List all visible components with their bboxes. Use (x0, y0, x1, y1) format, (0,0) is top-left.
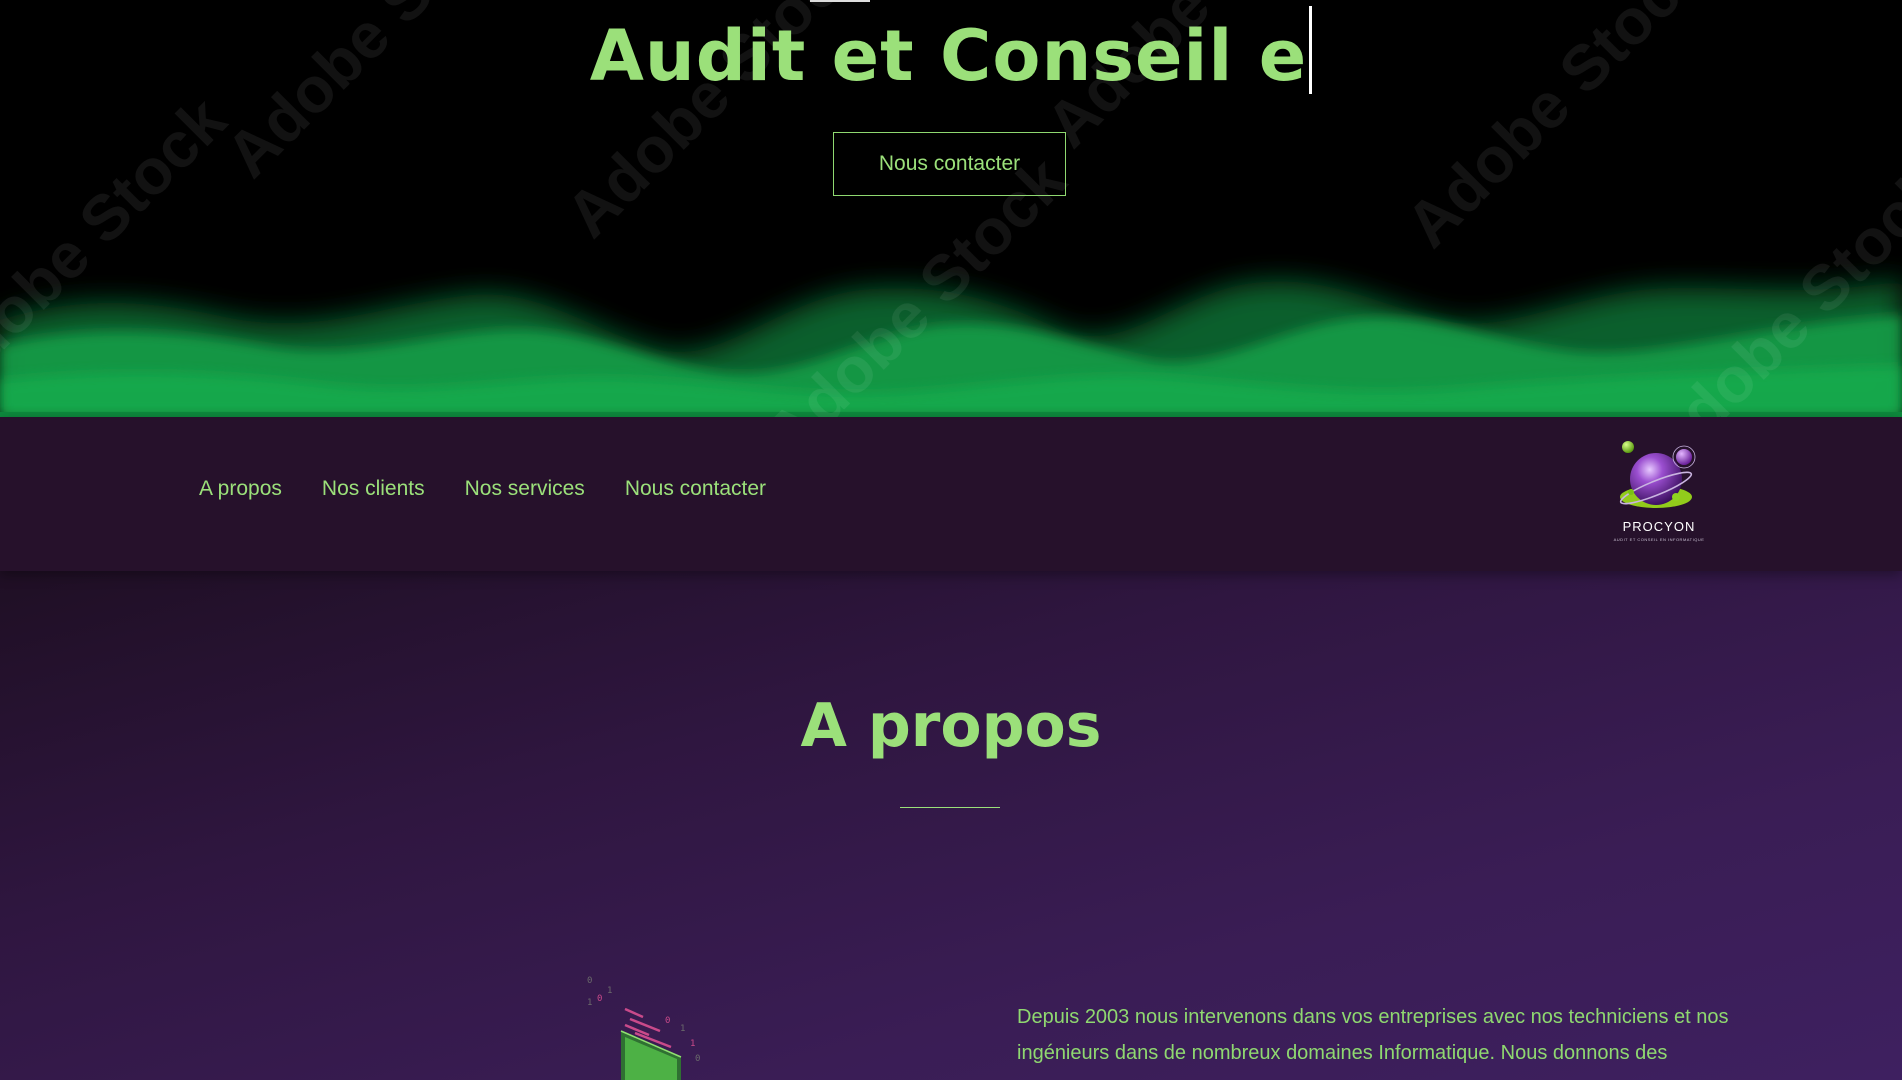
svg-text:0: 0 (695, 1054, 700, 1064)
about-paragraph-line: ingénieurs dans de nombreux domaines Inf… (1017, 1042, 1668, 1064)
nav-link-nos-clients[interactable]: Nos clients (322, 477, 425, 501)
svg-text:0: 0 (587, 976, 592, 986)
typing-caret (1309, 6, 1313, 94)
nav-link-nous-contacter[interactable]: Nous contacter (625, 477, 766, 501)
svg-text:1: 1 (607, 986, 612, 996)
isometric-code-screen-icon: 0 0 1 1 0 1 1 0 (587, 976, 700, 1080)
hero-title-text: Audit et Conseil e (589, 15, 1308, 97)
svg-text:1: 1 (587, 998, 592, 1008)
about-paragraph: Depuis 2003 nous intervenons dans vos en… (1017, 999, 1817, 1071)
hero-section: Adobe Stock Adobe Stock Adobe Stock Adob… (0, 0, 1902, 417)
nav-link-a-propos[interactable]: A propos (199, 477, 282, 501)
logo-tagline: AUDIT ET CONSEIL EN INFORMATIQUE (1613, 537, 1705, 542)
nav-link-nos-services[interactable]: Nos services (465, 477, 585, 501)
svg-text:1: 1 (680, 1024, 685, 1034)
contact-button[interactable]: Nous contacter (833, 132, 1066, 196)
svg-text:1: 1 (690, 1039, 695, 1049)
page: Adobe Stock Adobe Stock Adobe Stock Adob… (0, 0, 1902, 1080)
about-paragraph-line: Depuis 2003 nous intervenons dans vos en… (1017, 1006, 1729, 1028)
about-section: A propos 0 0 1 1 0 1 1 0 Depuis 2003 nou… (0, 571, 1902, 1080)
nav-links: A propos Nos clients Nos services Nous c… (199, 477, 806, 501)
svg-text:0: 0 (665, 1016, 670, 1026)
logo-name: PROCYON (1622, 519, 1696, 534)
svg-text:0: 0 (597, 994, 602, 1004)
top-underline (810, 0, 870, 2)
about-title: A propos (800, 691, 1102, 761)
about-divider (900, 807, 1000, 808)
hero-title: Audit et Conseil e (0, 6, 1902, 99)
